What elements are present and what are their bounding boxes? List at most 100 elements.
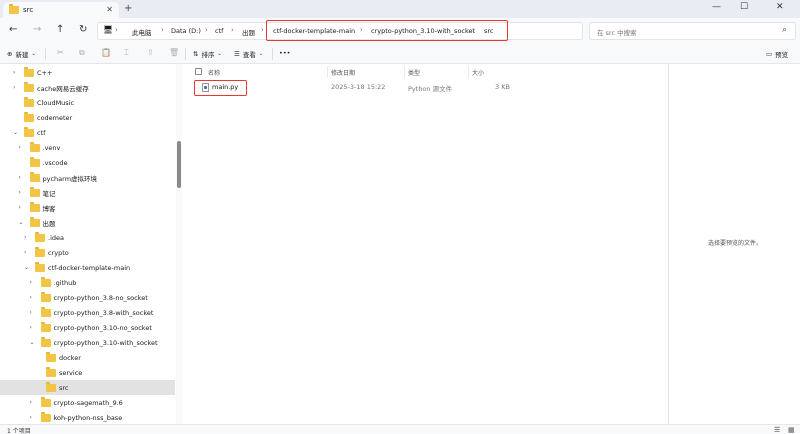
maximize-button[interactable]: ☐ bbox=[740, 2, 748, 12]
item-count: 1 个项目 bbox=[7, 428, 31, 434]
sidebar-item[interactable]: › crypto-python_3.8-no_socket bbox=[0, 290, 175, 305]
sidebar-item[interactable]: › crypto-python_3.10-no_socket bbox=[0, 320, 175, 335]
sidebar-item[interactable]: docker bbox=[0, 350, 175, 365]
navigation-scrollbar-track[interactable] bbox=[176, 64, 182, 424]
sidebar-item-label: 笔记 bbox=[42, 189, 56, 198]
sidebar-item-label: .venv bbox=[42, 143, 61, 152]
column-header-size[interactable]: 大小 bbox=[472, 68, 484, 77]
sidebar-item[interactable]: › crypto-python_3.8-with_socket bbox=[0, 305, 175, 320]
chevron-right-icon[interactable]: › bbox=[13, 84, 15, 91]
new-tab-button[interactable]: + bbox=[124, 3, 132, 14]
sidebar-item-label: crypto-python_3.10-with_socket bbox=[53, 338, 158, 347]
sidebar-item[interactable]: › pycharm虚拟环境 bbox=[0, 170, 175, 185]
sidebar-item[interactable]: › .github bbox=[0, 275, 175, 290]
computer-icon: 🖥 bbox=[103, 25, 114, 34]
file-list[interactable]: 名称 修改日期 类型 大小 main.py 2025-3-18 15:22 Py… bbox=[183, 64, 667, 424]
chevron-right-icon[interactable]: › bbox=[30, 414, 32, 421]
folder-icon bbox=[40, 412, 51, 422]
chevron-right-icon[interactable]: › bbox=[13, 69, 15, 76]
sidebar-item-label: pycharm虚拟环境 bbox=[42, 174, 98, 183]
paste-icon[interactable]: 📋 bbox=[101, 48, 111, 57]
preview-pane: 选择要预览的文件。 bbox=[668, 64, 800, 424]
chevron-right-icon[interactable]: › bbox=[24, 234, 26, 241]
search-icon: ⌕ bbox=[781, 25, 787, 35]
sidebar-item[interactable]: › C++ bbox=[0, 65, 175, 80]
new-button[interactable]: ⊕ 新建 ⌄ bbox=[7, 49, 36, 59]
sidebar-item[interactable]: ⌄ crypto-python_3.10-with_socket bbox=[0, 335, 175, 350]
sidebar-item[interactable]: ⌄ ctf bbox=[0, 125, 175, 140]
column-header-name[interactable]: 名称 bbox=[208, 68, 220, 77]
details-pane-button[interactable]: ▭ 预览 bbox=[766, 49, 788, 59]
chevron-right-icon[interactable]: › bbox=[24, 249, 26, 256]
tiles-view-icon[interactable]: ▦ bbox=[788, 426, 795, 434]
folder-icon bbox=[40, 292, 51, 302]
chevron-right-icon[interactable]: › bbox=[19, 144, 21, 151]
sidebar-item[interactable]: › 笔记 bbox=[0, 185, 175, 200]
chevron-down-icon[interactable]: ⌄ bbox=[30, 339, 35, 346]
column-divider[interactable] bbox=[327, 66, 328, 78]
refresh-button[interactable]: ↻ bbox=[79, 24, 87, 35]
navigation-pane[interactable]: › C++ › cache网易云缓存 CloudMusic codemeter ⌄ ctf ›.… bbox=[0, 64, 176, 424]
sidebar-item[interactable]: codemeter bbox=[0, 110, 175, 125]
chevron-right-icon[interactable]: › bbox=[30, 294, 32, 301]
file-row-main-py[interactable]: main.py 2025-3-18 15:22 Python 源文件 3 KB bbox=[183, 81, 667, 95]
chevron-down-icon[interactable]: ⌄ bbox=[24, 264, 29, 271]
more-options-button[interactable]: ••• bbox=[279, 49, 291, 57]
sidebar-item[interactable]: › crypto bbox=[0, 245, 175, 260]
chevron-right-icon[interactable]: › bbox=[19, 204, 21, 211]
cut-icon[interactable]: ✂ bbox=[57, 48, 64, 57]
sidebar-item-label: crypto-python_3.8-no_socket bbox=[53, 293, 148, 302]
sidebar-item[interactable]: › cache网易云缓存 bbox=[0, 80, 175, 95]
chevron-right-icon[interactable]: › bbox=[30, 309, 32, 316]
navigation-scrollbar-thumb[interactable] bbox=[177, 141, 181, 188]
sidebar-item[interactable]: .vscode bbox=[0, 155, 175, 170]
chevron-right-icon[interactable]: › bbox=[30, 399, 32, 406]
sidebar-item[interactable]: ⌄ 出题 bbox=[0, 215, 175, 230]
breadcrumb-this-pc[interactable]: 此电脑 bbox=[132, 27, 152, 37]
chevron-right-icon[interactable]: › bbox=[30, 324, 32, 331]
toolbar-divider bbox=[272, 48, 273, 60]
close-tab-icon[interactable]: ✕ bbox=[106, 5, 113, 14]
view-button[interactable]: ☰ 查看 ⌄ bbox=[234, 49, 263, 59]
column-divider[interactable] bbox=[468, 66, 469, 78]
select-all-checkbox[interactable] bbox=[195, 68, 202, 75]
rename-icon[interactable]: ⌶ bbox=[124, 48, 129, 58]
chevron-right-icon[interactable]: › bbox=[19, 174, 21, 181]
tab-src[interactable]: src ✕ bbox=[3, 2, 119, 18]
search-input[interactable]: 在 src 中搜索 ⌕ bbox=[589, 22, 796, 40]
column-header-modified[interactable]: 修改日期 bbox=[331, 68, 355, 77]
sidebar-item[interactable]: src bbox=[0, 380, 175, 395]
folder-icon bbox=[24, 127, 34, 137]
delete-icon[interactable]: 🗑 bbox=[169, 48, 179, 57]
chevron-down-icon[interactable]: ⌄ bbox=[13, 129, 18, 136]
copy-icon[interactable]: ⧉ bbox=[79, 48, 85, 58]
sidebar-item[interactable]: › .idea bbox=[0, 230, 175, 245]
close-window-button[interactable]: ✕ bbox=[776, 2, 784, 12]
folder-icon bbox=[40, 337, 51, 347]
sidebar-item[interactable]: › 博客 bbox=[0, 200, 175, 215]
chevron-right-icon[interactable]: › bbox=[30, 279, 32, 286]
breadcrumb-data-drive[interactable]: Data (D:) bbox=[171, 27, 201, 35]
minimize-button[interactable]: — bbox=[712, 2, 721, 12]
sidebar-item-label: ctf-docker-template-main bbox=[48, 263, 131, 272]
column-header-type[interactable]: 类型 bbox=[408, 68, 420, 77]
sidebar-item[interactable]: service bbox=[0, 365, 175, 380]
back-button[interactable]: ← bbox=[9, 24, 17, 35]
details-view-icon[interactable]: ☰ bbox=[774, 426, 780, 434]
breadcrumb-ctf[interactable]: ctf bbox=[215, 27, 223, 35]
chevron-down-icon[interactable]: ⌄ bbox=[19, 219, 24, 226]
sidebar-item[interactable]: › .venv bbox=[0, 140, 175, 155]
up-button[interactable]: ↑ bbox=[56, 24, 64, 35]
breadcrumb-chuti[interactable]: 出题 bbox=[242, 27, 255, 37]
sidebar-item[interactable]: CloudMusic bbox=[0, 95, 175, 110]
sidebar-item[interactable]: › crypto-sagemath_9.6 bbox=[0, 395, 175, 410]
details-pane-icon: ▭ bbox=[766, 50, 773, 58]
sort-button[interactable]: ⇅ 排序 ⌄ bbox=[193, 49, 222, 59]
column-divider[interactable] bbox=[404, 66, 405, 78]
share-icon[interactable]: ⇪ bbox=[147, 48, 154, 57]
folder-icon bbox=[35, 262, 45, 272]
forward-button[interactable]: → bbox=[33, 24, 41, 35]
sidebar-item[interactable]: › koh-python-nss_base bbox=[0, 410, 175, 424]
sidebar-item[interactable]: ⌄ ctf-docker-template-main bbox=[0, 260, 175, 275]
chevron-right-icon[interactable]: › bbox=[19, 189, 21, 196]
